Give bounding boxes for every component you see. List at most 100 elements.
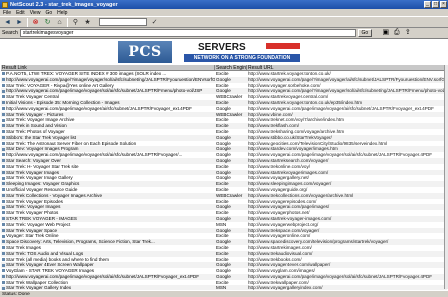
- page-icon: [2, 130, 5, 134]
- result-title: Space Discovery: Arts, Television, Progr…: [6, 239, 155, 245]
- page-icon: [2, 159, 5, 163]
- result-title: Voyager: Star Trek Online: [6, 233, 59, 239]
- page-icon: [2, 211, 5, 215]
- status-text: Status: Done: [2, 291, 30, 297]
- result-title: Stibbo's: the Star Trek Voyager list: [6, 134, 77, 140]
- result-title: Star Trek Voyager Space: [6, 227, 58, 233]
- result-title: http://www.voyagerai.com/page/image/voya…: [6, 273, 200, 279]
- result-title: Star Trek Voyager Image Gallery: [6, 175, 73, 181]
- page-icon: [2, 153, 5, 157]
- page-icon: [2, 83, 5, 87]
- check-icon[interactable]: ✓: [150, 18, 159, 27]
- result-title: Star Search: Voyager Over: [6, 157, 61, 163]
- result-title: http://www.voyagerai.com/page/image/voya…: [6, 88, 203, 94]
- result-title: Star Trek: Voyager Web Project: [6, 221, 71, 227]
- result-title: Star Trek Collections - Voyager Images A…: [6, 192, 102, 198]
- results-table: Result Link Search Engine Result URL P.A…: [1, 65, 447, 290]
- menu-view[interactable]: View: [30, 10, 41, 16]
- menu-help[interactable]: Help: [57, 10, 67, 16]
- main-content: PCS SERVERS NETWORK ON A STRONG FOUNDATI…: [0, 38, 448, 290]
- close-button[interactable]: ×: [440, 1, 447, 8]
- print-icon[interactable]: ⎙: [393, 29, 401, 37]
- result-title: Star Trek (all media) books and where to…: [6, 256, 109, 262]
- servers-tagline: NETWORK ON A STRONG FOUNDATION: [184, 54, 300, 62]
- result-title: Star Trek: H- Voyager Star Trek site: [6, 163, 79, 169]
- result-title: Star Trek Voyager Images: [6, 169, 60, 175]
- pcs-logo: PCS: [118, 41, 172, 63]
- header-result-link[interactable]: Result Link: [1, 65, 215, 70]
- page-icon: [2, 257, 5, 261]
- back-icon[interactable]: ◄: [3, 18, 12, 27]
- app-icon: [2, 1, 8, 8]
- page-icon: [2, 205, 5, 209]
- result-title: Star Trek: Voyager Images: [6, 204, 61, 210]
- result-title: Star Trek Voyager 4Ever Screen Wallpaper: [6, 262, 94, 268]
- export-icon[interactable]: ⇪: [404, 29, 412, 37]
- page-icon: [2, 107, 5, 111]
- banner-ad[interactable]: PCS SERVERS NETWORK ON A STRONG FOUNDATI…: [118, 41, 300, 63]
- result-title: Star Trek Wallpaper Collection: [6, 279, 68, 285]
- page-icon: [2, 228, 5, 232]
- toolbar-separator: [67, 17, 68, 27]
- servers-logo: SERVERS NETWORK ON A STRONG FOUNDATION: [174, 41, 300, 63]
- result-title: Star Trek Voyager Central: [6, 94, 59, 100]
- servers-wordmark: SERVERS: [198, 42, 246, 53]
- header-result-url[interactable]: Result URL: [247, 65, 445, 70]
- page-icon: [2, 78, 5, 82]
- page-icon: [2, 182, 5, 186]
- search-input[interactable]: startrekimagesvoyager: [19, 29, 356, 37]
- result-title: http://www.voyagerai.com/page/?image/voy…: [6, 76, 215, 82]
- result-title: P.A.NOT5, LTWI TREX: VOYAGER SITE INDEX …: [6, 71, 167, 76]
- page-icon: [2, 136, 5, 140]
- result-title: Star Trek Voyager Episodes: [6, 198, 63, 204]
- result-title: Star Trek in Sound and Vision: [6, 123, 67, 129]
- menu-bar: File Edit View Go Help: [0, 9, 448, 16]
- refresh-icon[interactable]: ↻: [43, 18, 52, 27]
- go-button[interactable]: Go: [357, 29, 372, 37]
- page-icon: [2, 118, 5, 122]
- window-controls: _ □ ×: [424, 1, 448, 8]
- result-title: Star Trek: The Astronaut Server Fiber on…: [6, 140, 137, 146]
- page-icon: [2, 188, 5, 192]
- home-icon[interactable]: ⌂: [55, 18, 64, 27]
- result-title: Star Trek: TOS Audio and Visual Logs: [6, 250, 84, 256]
- result-title: Star Dev: Voyager Images Program: [6, 146, 79, 152]
- page-icon: [2, 246, 5, 250]
- page-icon: [2, 124, 5, 128]
- page-icon: [2, 194, 5, 198]
- page-icon: [2, 223, 5, 226]
- page-icon: [2, 263, 5, 267]
- page-icon: [2, 101, 5, 105]
- table-body: P.A.NOT5, LTWI TREX: VOYAGER SITE INDEX …: [1, 71, 447, 290]
- page-icon: [2, 280, 5, 284]
- menu-go[interactable]: Go: [45, 10, 52, 16]
- page-icon: [2, 269, 5, 273]
- forward-icon[interactable]: ►: [15, 18, 24, 27]
- menu-file[interactable]: File: [3, 10, 11, 16]
- result-title: http://www.voyagerai.com/page/image/voya…: [6, 152, 183, 158]
- result-title: VoyGlam - STAR TREK VOYAGER Images: [6, 268, 95, 274]
- header-search-engine[interactable]: Search Engine: [215, 65, 247, 70]
- favorites-icon[interactable]: ★: [83, 18, 92, 27]
- vertical-scrollbar[interactable]: [444, 65, 448, 289]
- minimize-button[interactable]: _: [424, 1, 431, 8]
- stop-icon[interactable]: ⊗: [31, 18, 40, 27]
- page-icon: [2, 199, 5, 203]
- page-icon: [2, 275, 5, 279]
- maximize-button[interactable]: □: [432, 1, 439, 8]
- address-bar: Search startrekimagesvoyager Go ▣ ⎙ ⇪: [0, 28, 448, 38]
- save-icon[interactable]: ▣: [382, 29, 390, 37]
- page-icon: [2, 170, 5, 174]
- result-title: Star Trek: Photos of Voyager: [6, 128, 65, 134]
- page-icon: [2, 217, 5, 221]
- toolbar-separator: [27, 17, 28, 27]
- page-icon: [2, 141, 5, 145]
- result-title: Star Trek Voyager - Pictures: [6, 111, 64, 117]
- search-icon[interactable]: ⚲: [71, 18, 80, 27]
- menu-edit[interactable]: Edit: [16, 10, 25, 16]
- page-icon: [2, 89, 5, 93]
- result-title: Initial Visions - Episode 35: Morning Co…: [6, 99, 120, 105]
- engine-select[interactable]: [99, 18, 147, 26]
- status-bar: Status: Done: [0, 290, 448, 297]
- address-icons: ▣ ⎙ ⇪: [382, 29, 412, 37]
